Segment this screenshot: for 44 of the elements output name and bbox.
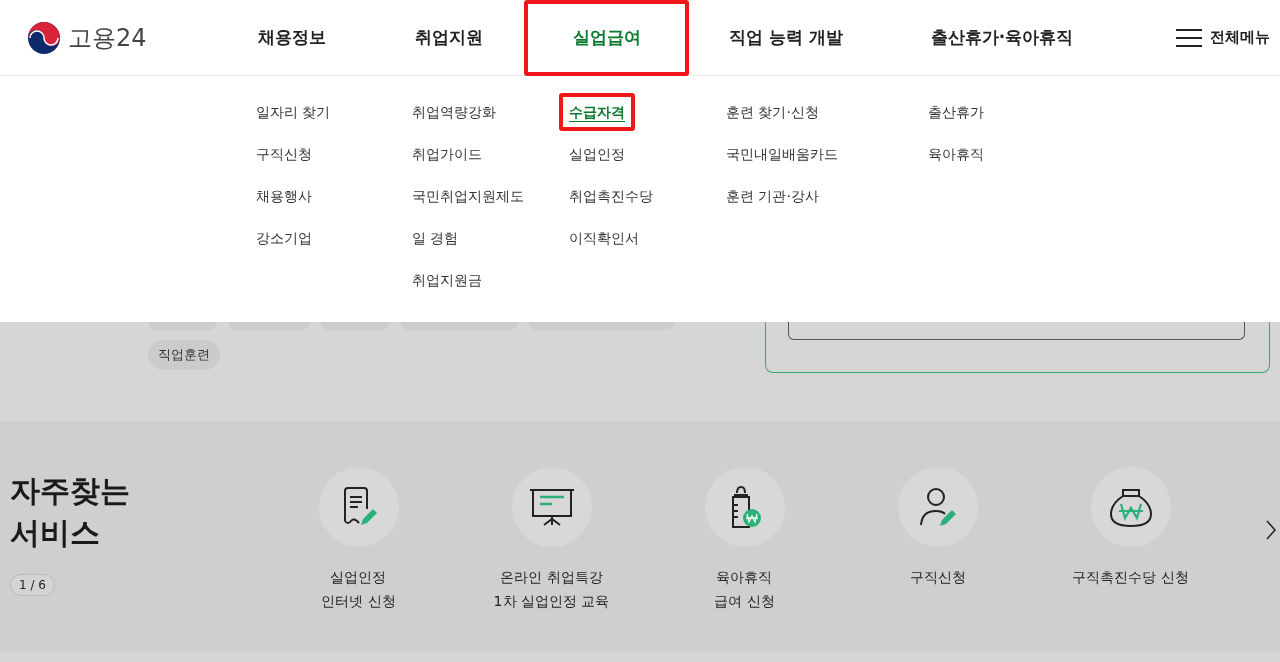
- submenu-link[interactable]: 취업가이드: [412, 142, 482, 166]
- tag-chip[interactable]: [400, 322, 518, 330]
- nav-tab[interactable]: 실업급여: [524, 0, 689, 76]
- presentation-board-icon: [528, 487, 575, 527]
- submenu-link[interactable]: 구직신청: [256, 142, 312, 166]
- nav-tab[interactable]: 채용정보: [210, 0, 374, 76]
- money-bag-icon: [1108, 486, 1153, 528]
- submenu-link[interactable]: 일 경험: [412, 226, 459, 250]
- submenu-link[interactable]: 이직확인서: [569, 226, 639, 250]
- tag-chip[interactable]: [321, 322, 389, 330]
- person-pen-icon: [917, 486, 958, 528]
- chevron-right-icon[interactable]: [1266, 520, 1276, 540]
- submenu-link[interactable]: 수급자격: [559, 93, 635, 131]
- site-logo-text[interactable]: 고용24: [68, 21, 147, 54]
- submenu-link[interactable]: 훈련 찾기·신청: [726, 100, 819, 124]
- service-link[interactable]: 실업인정 인터넷 신청: [262, 422, 455, 652]
- service-link[interactable]: 구직신청: [841, 422, 1034, 652]
- taegeuk-logo-icon: [28, 21, 60, 54]
- page-counter: 1 / 6: [10, 574, 55, 596]
- tag-chip[interactable]: [228, 322, 310, 330]
- submenu-link[interactable]: 훈련 기관·강사: [726, 184, 819, 208]
- nav-tab[interactable]: 출산휴가·육아휴직: [883, 0, 1121, 76]
- submenu-link[interactable]: 취업역량강화: [412, 100, 496, 124]
- submenu-link[interactable]: 강소기업: [256, 226, 312, 250]
- service-link[interactable]: 육아휴직 급여 신청: [648, 422, 841, 652]
- submenu-link[interactable]: 채용행사: [256, 184, 312, 208]
- tag-chip[interactable]: [148, 322, 217, 330]
- submenu-link[interactable]: 국민내일배움카드: [726, 142, 838, 166]
- submenu-link[interactable]: 실업인정: [569, 142, 625, 166]
- service-link[interactable]: 구직촉진수당 신청: [1034, 422, 1227, 652]
- section-title: 자주찾는 서비스: [10, 472, 131, 552]
- submenu-link[interactable]: 취업촉진수당: [569, 184, 653, 208]
- tag-chip[interactable]: [529, 322, 674, 330]
- service-link[interactable]: 온라인 취업특강 1차 실업인정 교육: [455, 422, 648, 652]
- tag-chip[interactable]: 직업훈련: [148, 340, 220, 370]
- nav-tab[interactable]: 취업지원: [374, 0, 524, 76]
- submenu-link[interactable]: 취업지원금: [412, 268, 482, 292]
- submenu-link[interactable]: 일자리 찾기: [256, 100, 331, 124]
- submenu-link[interactable]: 출산휴가: [928, 100, 984, 124]
- nav-tab[interactable]: 직업 능력 개발: [689, 0, 883, 76]
- menu-icon: [1176, 27, 1202, 48]
- submenu-link[interactable]: 육아휴직: [928, 142, 984, 166]
- submenu-link[interactable]: 국민취업지원제도: [412, 184, 524, 208]
- all-menu-button[interactable]: 전체메뉴: [1176, 27, 1270, 48]
